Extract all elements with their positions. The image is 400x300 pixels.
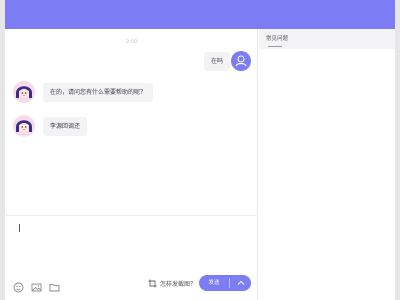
sidebar-tabs: 常见问题 bbox=[259, 29, 395, 49]
send-button[interactable]: 发送 bbox=[199, 275, 229, 291]
screenshot-help-link[interactable]: 怎样发截图？ bbox=[148, 278, 196, 288]
text-caret bbox=[19, 224, 20, 232]
user-icon bbox=[235, 55, 247, 67]
bot-avatar bbox=[13, 81, 35, 103]
active-tab-indicator bbox=[268, 46, 282, 47]
send-options-button[interactable] bbox=[230, 275, 251, 291]
user-message: 在吗 bbox=[204, 52, 231, 71]
user-avatar bbox=[231, 51, 251, 71]
agent-face-icon bbox=[13, 115, 35, 137]
send-button-group: 发送 bbox=[199, 275, 251, 291]
crop-icon bbox=[148, 279, 157, 287]
emoji-icon[interactable] bbox=[13, 278, 24, 292]
chevron-up-icon bbox=[237, 280, 244, 285]
message-input[interactable]: 怎样发截图？ 发送 bbox=[5, 215, 258, 300]
bot-message: 在的，请问您有什么需要帮助的呢？ bbox=[43, 83, 154, 102]
header-bar bbox=[5, 0, 395, 29]
message-list: 9:00 在吗 在的，请问您有什么需要帮助的呢？ 李源回调还 bbox=[5, 29, 258, 215]
chat-panel: 9:00 在吗 在的，请问您有什么需要帮助的呢？ 李源回调还 怎样发截图？ 发送 bbox=[5, 29, 258, 300]
faq-sidebar: 常见问题 bbox=[259, 29, 395, 300]
agent-face-icon bbox=[13, 81, 35, 103]
message-timestamp: 9:00 bbox=[125, 39, 138, 45]
input-toolbar bbox=[13, 276, 60, 292]
chat-window: 9:00 在吗 在的，请问您有什么需要帮助的呢？ 李源回调还 怎样发截图？ 发送… bbox=[5, 0, 395, 300]
folder-icon[interactable] bbox=[49, 278, 60, 291]
image-icon[interactable] bbox=[31, 278, 42, 291]
bot-message: 李源回调还 bbox=[43, 117, 88, 136]
screenshot-help-label: 怎样发截图？ bbox=[160, 280, 197, 288]
bot-avatar bbox=[13, 115, 35, 137]
